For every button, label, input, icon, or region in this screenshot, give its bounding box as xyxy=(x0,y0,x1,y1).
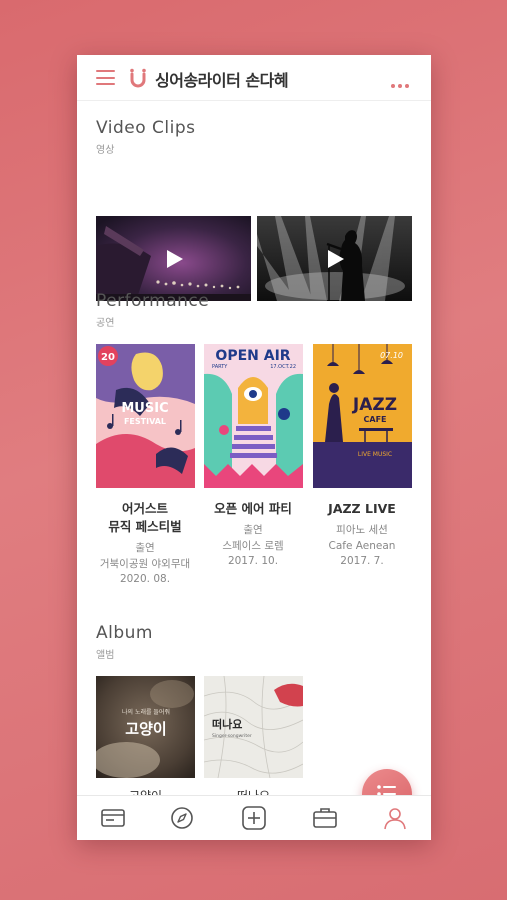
poster-open-air[interactable]: OPEN AIR PARTY 17.OCT.22 xyxy=(204,344,303,488)
performance-title: JAZZ LIVE xyxy=(328,501,396,516)
performance-venue: 스페이스 로렘 xyxy=(222,540,284,552)
performance-date: 2017. 10. xyxy=(227,555,279,567)
poster-music-festival[interactable]: 20 MUSIC FESTIVAL xyxy=(96,344,195,488)
video-clip-singer[interactable] xyxy=(257,216,412,301)
main-content[interactable]: Video Clips 영상 Performance 공연 20 MUSIC F… xyxy=(77,101,431,795)
video-section-subtitle: 영상 xyxy=(96,145,115,156)
add-square-icon[interactable] xyxy=(241,805,267,831)
hamburger-icon[interactable] xyxy=(96,70,115,85)
performance-section-subtitle: 공연 xyxy=(96,318,115,329)
album-image: 나의 노래를 들어줘 고양이 xyxy=(96,676,195,778)
performance-section-title: Performance xyxy=(96,291,210,311)
bottom-tab-bar xyxy=(77,795,431,840)
performance-venue: 거북이공원 야외무대 xyxy=(99,558,191,570)
poster-badge: 20 xyxy=(101,352,115,363)
performance-role: 출연 xyxy=(243,524,263,536)
poster-image: 07.10 JAZZ CAFE LIVE MUSIC xyxy=(313,344,412,488)
performance-date: 2017. 7. xyxy=(340,555,384,567)
album-image: 떠나요 Singer-songwriter xyxy=(204,676,303,778)
poster-subheadline: FESTIVAL xyxy=(124,417,166,426)
app-title: 싱어송라이터 손다혜 xyxy=(155,71,289,90)
album-cover-small-text: Singer-songwriter xyxy=(212,733,252,739)
album-cover-text: 고양이 xyxy=(125,720,166,738)
more-dots-icon[interactable] xyxy=(391,73,413,88)
performance-title: 뮤직 페스티벌 xyxy=(108,519,182,534)
album-section-title: Album xyxy=(96,623,153,643)
album-title: 떠나요 xyxy=(204,787,303,795)
logo-icon xyxy=(130,68,146,88)
app-header: 싱어송라이터 손다혜 xyxy=(77,55,431,101)
poster-headline: OPEN AIR xyxy=(215,348,290,364)
poster-date-tag: 07.10 xyxy=(380,351,403,360)
performance-title: 어거스트 xyxy=(121,501,168,516)
poster-image: 20 MUSIC FESTIVAL xyxy=(96,344,195,488)
performance-date: 2020. 08. xyxy=(119,573,171,585)
performance-role: 피아노 세션 xyxy=(336,524,388,536)
poster-image: OPEN AIR PARTY 17.OCT.22 xyxy=(204,344,303,488)
album-cover-text: 떠나요 xyxy=(212,717,242,731)
performance-title: 오픈 에어 파티 xyxy=(214,501,292,516)
album-cover-small-text: 나의 노래를 들어줘 xyxy=(122,708,170,716)
compass-icon[interactable] xyxy=(169,805,195,831)
performance-venue: Cafe Aenean xyxy=(328,540,396,552)
video-section-title: Video Clips xyxy=(96,118,196,138)
poster-subheadline: CAFE xyxy=(364,415,387,424)
list-menu-fab[interactable] xyxy=(362,769,412,795)
play-icon[interactable] xyxy=(327,249,345,269)
card-icon[interactable] xyxy=(100,805,126,831)
profile-icon[interactable] xyxy=(382,805,408,831)
app-screen: 싱어송라이터 손다혜 Video Clips 영상 Performance 공연… xyxy=(77,55,431,840)
list-menu-icon xyxy=(377,785,396,795)
album-title: 고양이 xyxy=(96,787,195,795)
album-section-subtitle: 앨범 xyxy=(96,650,115,661)
poster-tag: PARTY xyxy=(212,364,228,370)
poster-caption: LIVE MUSIC xyxy=(358,451,392,458)
briefcase-icon[interactable] xyxy=(312,805,338,831)
album-cover-cat[interactable]: 나의 노래를 들어줘 고양이 xyxy=(96,676,195,778)
video-clip-concert[interactable] xyxy=(96,216,251,301)
poster-headline: JAZZ xyxy=(352,395,397,415)
poster-jazz-live[interactable]: 07.10 JAZZ CAFE LIVE MUSIC xyxy=(313,344,412,488)
play-icon[interactable] xyxy=(166,249,184,269)
poster-date-tag: 17.OCT.22 xyxy=(270,364,296,370)
poster-headline: MUSIC xyxy=(121,401,168,416)
album-cover-leave[interactable]: 떠나요 Singer-songwriter xyxy=(204,676,303,778)
performance-role: 출연 xyxy=(135,542,155,554)
